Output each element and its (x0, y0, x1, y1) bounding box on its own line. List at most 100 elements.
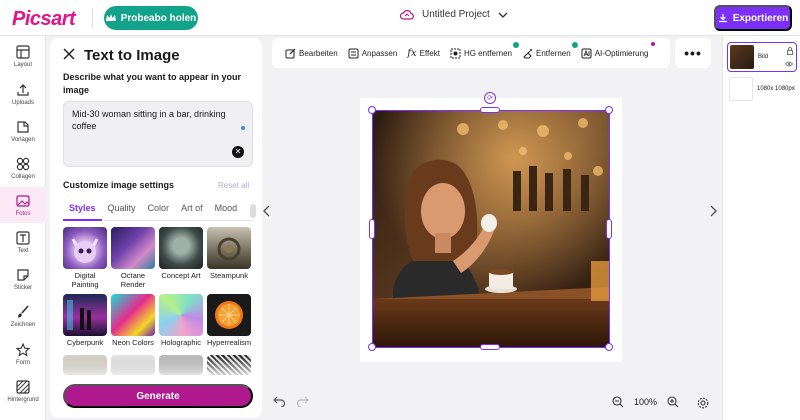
nav-item-sticker[interactable]: Sticker (0, 261, 46, 297)
reset-all-link[interactable]: Reset all (218, 181, 249, 190)
tab-quality[interactable]: Quality (102, 203, 142, 221)
photo-icon (16, 194, 30, 207)
style-concept-art[interactable]: Concept Art (159, 227, 203, 280)
resize-handle-right[interactable] (606, 219, 612, 239)
crown-icon (105, 14, 116, 21)
redo-icon[interactable] (296, 395, 310, 407)
nav-item-layout[interactable]: Layout (0, 38, 46, 74)
export-button-label: Exportieren (732, 12, 789, 24)
eye-icon[interactable] (785, 61, 793, 67)
nav-item-uploads[interactable]: Uploads (0, 76, 46, 112)
nav-item-label: Fotos (15, 210, 31, 217)
export-button[interactable]: Exportieren (714, 5, 792, 31)
style-holographic[interactable]: Holographic (159, 294, 203, 347)
tool-ai-enhance[interactable]: AI-Optimierung (576, 38, 656, 68)
trial-button-label: Probeabo holen (120, 12, 197, 24)
style-thumbnail (111, 227, 155, 269)
picsart-logo[interactable]: Picsart (12, 8, 76, 31)
zoom-out-icon[interactable] (612, 396, 624, 408)
templates-icon (17, 120, 29, 133)
tool-label: Bearbeiten (299, 48, 338, 58)
resize-handle-left[interactable] (369, 219, 375, 239)
collage-icon (16, 157, 30, 170)
nav-item-label: Collagen (11, 173, 35, 180)
settings-icon[interactable] (697, 397, 709, 409)
generated-photo[interactable] (373, 111, 609, 347)
style-label: Digital Painting (71, 271, 99, 289)
layer-image[interactable]: Bild (727, 42, 797, 72)
zoom-in-icon[interactable] (667, 396, 679, 408)
settings-tabs: Styles Quality Color Art of Mood (63, 203, 253, 221)
more-options-button[interactable]: ••• (675, 38, 711, 68)
tool-effect[interactable]: fx Effekt (402, 38, 445, 68)
bg-remove-icon (450, 48, 461, 58)
tool-edit[interactable]: Bearbeiten (280, 38, 343, 68)
resize-handle-top-left[interactable] (368, 106, 376, 114)
tab-mood[interactable]: Mood (209, 203, 244, 221)
clear-prompt-icon[interactable]: ✕ (232, 146, 244, 158)
style-label: Concept Art (161, 271, 201, 280)
collapse-panel-icon[interactable] (263, 205, 271, 217)
nav-item-shape[interactable]: Form (0, 336, 46, 372)
style-octane-render[interactable]: Octane Render (111, 227, 155, 289)
style-cyberpunk[interactable]: Cyberpunk (63, 294, 107, 347)
tab-art-of[interactable]: Art of (175, 203, 209, 221)
tab-styles[interactable]: Styles (63, 203, 102, 221)
layer-name: 1080x 1080px (757, 85, 795, 92)
nav-item-photos[interactable]: Fotos (0, 187, 46, 223)
chevron-down-icon (498, 12, 508, 18)
top-divider (92, 8, 93, 28)
resize-handle-top[interactable] (480, 107, 500, 113)
nav-item-label: Sticker (13, 284, 33, 291)
project-title-menu[interactable]: Untitled Project (400, 9, 508, 20)
close-icon[interactable] (63, 48, 75, 60)
ai-enhance-icon (581, 48, 592, 58)
layer-name: Bild (758, 53, 769, 60)
tool-label: AI-Optimierung (594, 48, 649, 58)
star-icon (16, 342, 30, 357)
style-thumbnail (159, 227, 203, 269)
nav-item-background[interactable]: Hintergrund (0, 373, 46, 409)
sticker-icon (17, 268, 29, 281)
style-thumbnail (63, 227, 107, 269)
nav-item-label: Vorlagen (11, 136, 35, 143)
tool-remove[interactable]: Entfernen (517, 38, 578, 68)
nav-item-text[interactable]: Text (0, 224, 46, 260)
generate-button[interactable]: Generate (63, 384, 253, 408)
prompt-textarea[interactable]: Mid-30 woman sitting in a bar, drinking … (63, 101, 253, 167)
nav-item-collages[interactable]: Collagen (0, 150, 46, 186)
nav-item-draw[interactable]: Zeichnen (0, 298, 46, 334)
nav-item-label: Uploads (11, 99, 34, 106)
tabs-scroll-handle[interactable] (250, 204, 256, 218)
zoom-level[interactable]: 100% (634, 397, 657, 407)
style-digital-painting[interactable]: Digital Painting (63, 227, 107, 289)
edit-icon (285, 48, 296, 58)
style-thumbnail (207, 294, 251, 336)
resize-handle-bottom[interactable] (480, 344, 500, 350)
style-hyperrealism[interactable]: Hyperrealism (207, 294, 251, 347)
expand-layers-icon[interactable] (709, 205, 717, 217)
pro-badge (651, 42, 656, 46)
top-bar: Picsart Probeabo holen Untitled Project … (0, 0, 800, 36)
project-title: Untitled Project (422, 9, 490, 20)
zoom-controls: 100% (612, 396, 679, 408)
style-steampunk[interactable]: Steampunk (207, 227, 251, 280)
tool-remove-background[interactable]: HG entfernen (445, 38, 519, 68)
style-neon-colors[interactable]: Neon Colors (111, 294, 155, 347)
tool-adjust[interactable]: Anpassen (343, 38, 403, 68)
resize-handle-top-right[interactable] (605, 106, 613, 114)
nav-item-templates[interactable]: Vorlagen (0, 113, 46, 149)
layer-background[interactable]: 1080x 1080px (727, 74, 797, 104)
layers-panel: Bild 1080x 1080px (722, 36, 800, 420)
lock-icon[interactable] (787, 47, 793, 55)
rotate-icon[interactable]: ⟳ (484, 92, 496, 104)
nav-item-label: Zeichnen (10, 321, 36, 328)
tool-label: HG entfernen (463, 48, 512, 58)
resize-handle-bottom-right[interactable] (605, 343, 613, 351)
layer-thumbnail (729, 77, 753, 101)
undo-icon[interactable] (272, 395, 286, 407)
tab-color[interactable]: Color (142, 203, 176, 221)
trial-button[interactable]: Probeabo holen (104, 6, 198, 30)
prompt-cursor-dot (241, 126, 245, 130)
resize-handle-bottom-left[interactable] (368, 343, 376, 351)
